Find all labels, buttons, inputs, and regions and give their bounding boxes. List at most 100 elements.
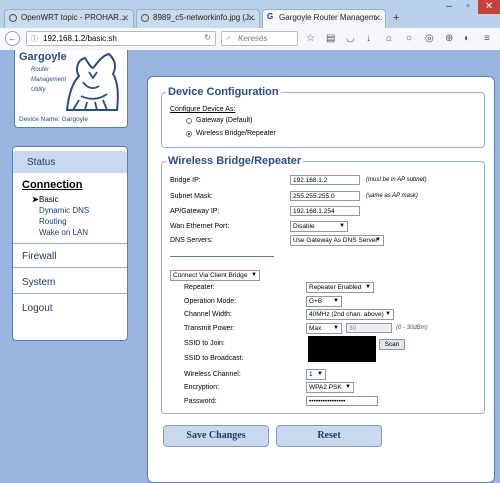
bridge-repeater-radio[interactable] bbox=[186, 131, 192, 137]
ssid-redacted-block bbox=[308, 336, 376, 362]
password-label: Password: bbox=[184, 398, 217, 405]
dropdown-arrow-icon: ▼ bbox=[251, 272, 257, 278]
dropdown-arrow-icon: ▼ bbox=[385, 311, 391, 317]
connect-via-select[interactable]: Connect Via Client Bridge ▼ bbox=[170, 270, 260, 281]
page-icon bbox=[141, 14, 149, 22]
wan-port-label: Wan Ethernet Port: bbox=[170, 223, 230, 230]
menu-sub-basic[interactable]: Basic bbox=[39, 195, 59, 204]
dropdown-arrow-icon: ▼ bbox=[345, 384, 351, 390]
info-icon: ⓘ bbox=[31, 36, 38, 43]
logo-line1: Router bbox=[31, 67, 50, 73]
password-input[interactable]: •••••••••••••••• bbox=[306, 396, 378, 406]
close-icon[interactable]: ✕ bbox=[373, 13, 381, 24]
back-arrow-icon[interactable]: ← bbox=[5, 31, 20, 46]
encryption-select[interactable]: WPA2 PSK ▼ bbox=[306, 382, 354, 393]
menu-connection[interactable]: Connection bbox=[22, 179, 83, 191]
bridge-ip-input[interactable]: 192.168.1.2 bbox=[290, 175, 360, 185]
dns-servers-value: Use Gateway As DNS Server bbox=[293, 237, 378, 244]
library-icon[interactable]: ▤ bbox=[326, 33, 335, 44]
dns-servers-select[interactable]: Use Gateway As DNS Server ▼ bbox=[290, 235, 384, 246]
transmit-power-input[interactable]: 30 bbox=[346, 323, 392, 333]
reload-icon[interactable]: ↻ bbox=[204, 33, 211, 42]
tab-gargoyle[interactable]: G Gargoyle Router Managem... ✕ bbox=[262, 9, 386, 28]
logo-line3: Utility bbox=[31, 87, 46, 93]
search-box[interactable]: ⌕ Keresés bbox=[221, 31, 298, 46]
wan-port-select[interactable]: Disable ▼ bbox=[290, 221, 348, 232]
close-icon[interactable]: ✕ bbox=[247, 13, 255, 24]
gateway-radio[interactable] bbox=[186, 118, 192, 124]
reset-button[interactable]: Reset bbox=[276, 425, 382, 447]
tab-label: 8989_c5-networkinfo.jpg (J... bbox=[153, 13, 256, 22]
subnet-mask-label: Subnet Mask: bbox=[170, 193, 213, 200]
wireless-channel-select[interactable]: 1 ▼ bbox=[306, 369, 326, 380]
subnet-mask-note: (same as AP mask) bbox=[366, 193, 418, 199]
dropdown-arrow-icon: ▼ bbox=[365, 284, 371, 290]
search-icon: ⌕ bbox=[226, 33, 231, 42]
transmit-power-note: (0 - 30dBm) bbox=[396, 325, 428, 331]
dropdown-arrow-icon: ▼ bbox=[333, 298, 339, 304]
new-tab-button[interactable]: + bbox=[393, 12, 399, 24]
save-changes-button[interactable]: Save Changes bbox=[163, 425, 269, 447]
menu-sub-wake-on-lan[interactable]: Wake on LAN bbox=[39, 228, 88, 237]
scan-button[interactable]: Scan bbox=[379, 339, 405, 350]
dropdown-arrow-icon: ▼ bbox=[375, 237, 381, 243]
transmit-power-value: Max bbox=[309, 325, 322, 332]
wireless-channel-value: 1 bbox=[309, 371, 313, 378]
bridge-option-label: Wireless Bridge/Repeater bbox=[196, 130, 276, 137]
tab-openwrt[interactable]: OpenWRT topic - PROHAR... ✕ bbox=[4, 9, 134, 28]
menu-sub-dynamic-dns[interactable]: Dynamic DNS bbox=[39, 206, 89, 215]
gargoyle-logo-panel: Gargoyle Router Management Utility Devic… bbox=[14, 50, 128, 128]
encryption-value: WPA2 PSK bbox=[309, 384, 342, 391]
addon-icon[interactable]: ⊕ bbox=[445, 33, 453, 44]
channel-width-value: 40MHz (2nd chan. above) bbox=[309, 311, 384, 318]
pocket-icon[interactable]: ◡ bbox=[346, 33, 355, 44]
download-icon[interactable]: ↓ bbox=[366, 33, 371, 44]
menu-logout[interactable]: Logout bbox=[22, 303, 53, 314]
search-placeholder: Keresés bbox=[238, 34, 268, 43]
bookmark-star-icon[interactable]: ☆ bbox=[306, 33, 315, 44]
tab-image[interactable]: 8989_c5-networkinfo.jpg (J... ✕ bbox=[136, 9, 260, 28]
operation-mode-value: G+B bbox=[309, 298, 323, 305]
divider bbox=[13, 243, 127, 244]
wan-port-value: Disable bbox=[293, 223, 315, 230]
gateway-option-label: Gateway (Default) bbox=[196, 117, 253, 124]
gateway-ip-input[interactable]: 192.168.1.254 bbox=[290, 206, 360, 216]
menu-sub-basic-arrow: ➤ bbox=[32, 195, 39, 204]
page-icon bbox=[9, 14, 17, 22]
menu-hamburger-icon[interactable]: ≡ bbox=[484, 33, 490, 44]
subnet-mask-input[interactable]: 255.255.255.0 bbox=[290, 191, 360, 201]
menu-status[interactable]: Status bbox=[27, 157, 55, 168]
divider bbox=[13, 293, 127, 294]
minimize-icon[interactable]: – bbox=[440, 0, 458, 14]
repeater-value: Repeater Enabled bbox=[309, 284, 362, 291]
divider bbox=[13, 267, 127, 268]
channel-width-label: Channel Width: bbox=[184, 311, 232, 318]
menu-system[interactable]: System bbox=[22, 277, 55, 288]
connect-via-value: Connect Via Client Bridge bbox=[173, 272, 248, 279]
operation-mode-select[interactable]: G+B ▼ bbox=[306, 296, 342, 307]
chat-icon[interactable]: ○ bbox=[406, 33, 412, 44]
sync-icon[interactable]: ◎ bbox=[425, 33, 434, 44]
transmit-power-select[interactable]: Max ▼ bbox=[306, 323, 342, 334]
home-icon[interactable]: ⌂ bbox=[386, 33, 392, 44]
encryption-label: Encryption: bbox=[184, 384, 220, 391]
gargoyle-favicon-icon: G bbox=[267, 12, 274, 21]
close-icon[interactable]: ✕ bbox=[121, 13, 129, 24]
gargoyle-emblem-icon bbox=[65, 52, 119, 111]
configure-as-label: Configure Device As: bbox=[170, 106, 236, 113]
maximize-icon[interactable]: ▫ bbox=[459, 0, 477, 14]
bridge-ip-note: (must be in AP subnet) bbox=[366, 177, 427, 183]
vpn-icon[interactable]: ◐ bbox=[464, 33, 470, 44]
ssid-broadcast-label: SSID to Broadcast: bbox=[184, 355, 244, 362]
channel-width-select[interactable]: 40MHz (2nd chan. above) ▼ bbox=[306, 309, 394, 320]
bridge-ip-label: Bridge IP: bbox=[170, 177, 201, 184]
menu-firewall[interactable]: Firewall bbox=[22, 251, 56, 262]
tab-label: Gargoyle Router Managem... bbox=[279, 13, 383, 22]
wireless-bridge-legend: Wireless Bridge/Repeater bbox=[166, 155, 304, 167]
dropdown-arrow-icon: ▼ bbox=[339, 223, 345, 229]
close-window-icon[interactable]: ✕ bbox=[478, 0, 500, 14]
address-bar[interactable]: ⓘ 192.168.1.2/basic.sh ↻ bbox=[26, 31, 216, 46]
repeater-select[interactable]: Repeater Enabled ▼ bbox=[306, 282, 374, 293]
menu-sub-routing[interactable]: Routing bbox=[39, 217, 67, 226]
ssid-join-label: SSID to Join: bbox=[184, 340, 225, 347]
